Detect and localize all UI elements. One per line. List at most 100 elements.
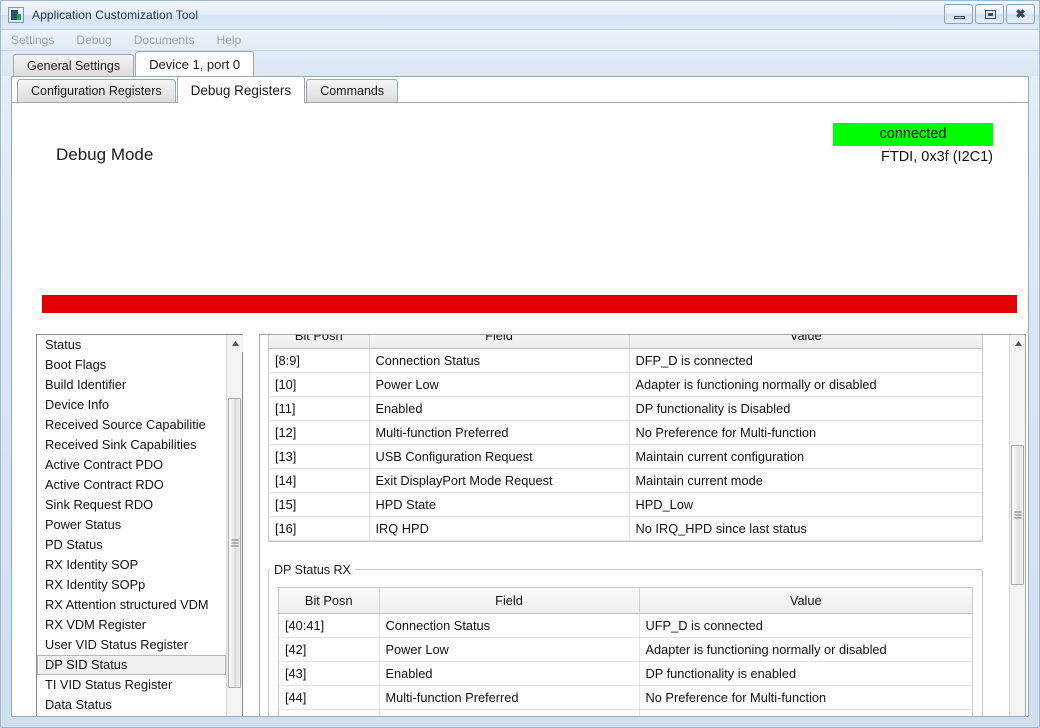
table-row[interactable]: [43] Enabled DP functionality is enabled <box>279 661 972 686</box>
list-item[interactable]: RX Attention structured VDM <box>37 595 226 615</box>
table-row[interactable]: [14] Exit DisplayPort Mode Request Maintai… <box>269 468 982 493</box>
tab-configuration-registers[interactable]: Configuration Registers <box>17 79 176 102</box>
cell-field: Connection Status <box>379 613 640 638</box>
list-item[interactable]: Device Info <box>37 395 226 415</box>
list-item[interactable]: Build Identifier <box>37 375 226 395</box>
cell-bit-posn: [43] <box>279 661 380 686</box>
list-item[interactable]: RX VDM Register <box>37 615 226 635</box>
table-row[interactable]: [45]USB Configuration RequestMaintain cu… <box>279 709 972 716</box>
table-row[interactable]: [42] Power Low Adapter is functioning norm… <box>279 637 972 662</box>
table-row[interactable]: [10] Power Low Adapter is functioning norm… <box>269 372 982 397</box>
column-header-value: Value <box>629 335 982 349</box>
list-item[interactable]: Status <box>37 335 226 355</box>
tab-general-settings[interactable]: General Settings <box>13 54 135 76</box>
cell-value: HPD_Low <box>629 492 982 517</box>
tab-device-1-port-0[interactable]: Device 1, port 0 <box>135 51 255 76</box>
dp-status-tx-table-container: Bit Posn Field Value [8:9] Connection Sta… <box>268 335 983 547</box>
application-window: Application Customization Tool ✖ Setting… <box>0 0 1040 728</box>
cell-value: No IRQ_HPD since last status <box>629 516 982 541</box>
list-item[interactable]: DP SID Status <box>37 655 226 675</box>
dp-status-rx-group: DP Status RX Bit Posn Field Value [40:41… <box>268 557 983 716</box>
list-item[interactable]: RX Identity SOPp <box>37 575 226 595</box>
list-item[interactable]: RX Identity SOP <box>37 555 226 575</box>
close-button[interactable]: ✖ <box>1006 4 1035 24</box>
table-row[interactable]: [16] IRQ HPD No IRQ_HPD since last status <box>269 516 982 541</box>
cell-bit-posn: [40:41] <box>279 613 380 638</box>
page-title: Debug Mode <box>56 145 154 164</box>
table-row[interactable]: [8:9] Connection Status DFP_D is connected <box>269 348 982 373</box>
column-header-bit-posn: Bit Posn <box>279 588 380 614</box>
alert-bar <box>42 295 1017 313</box>
list-item[interactable]: User VID Status Register <box>37 635 226 655</box>
list-item[interactable]: TI VID Status Register <box>37 675 226 695</box>
register-detail-scrollport: Bit Posn Field Value [8:9] Connection Sta… <box>260 335 1008 716</box>
scroll-grip-icon <box>1014 511 1021 519</box>
dp-status-tx-table-frame: Bit Posn Field Value [8:9] Connection Sta… <box>268 335 983 542</box>
cell-bit-posn: [13] <box>269 444 370 469</box>
list-item[interactable]: Sink Request RDO <box>37 495 226 515</box>
list-item[interactable]: RX User VID Attention VDM I <box>37 715 226 716</box>
scroll-up-arrow[interactable] <box>227 335 243 352</box>
list-item[interactable]: Received Sink Capabilities <box>37 435 226 455</box>
cell-value: Maintain current configuration <box>639 709 972 716</box>
cell-bit-posn: [11] <box>269 396 370 421</box>
vscrollbar-thumb[interactable] <box>228 398 241 688</box>
device-panel: Configuration Registers Debug Registers … <box>11 76 1029 717</box>
content-header: Debug Mode connected FTDI, 0x3f (I2C1) <box>12 103 1028 193</box>
cell-value: Adapter is functioning normally or disab… <box>629 372 982 397</box>
menu-item-documents[interactable]: Documents <box>134 33 195 47</box>
connection-info: connected FTDI, 0x3f (I2C1) <box>833 123 993 165</box>
list-item[interactable]: Active Contract RDO <box>37 475 226 495</box>
cell-bit-posn: [44] <box>279 685 380 710</box>
menu-item-help[interactable]: Help <box>216 33 241 47</box>
status-badge: connected <box>833 123 993 146</box>
menu-bar: Settings Debug Documents Help <box>1 30 1039 51</box>
menu-item-settings[interactable]: Settings <box>11 33 54 47</box>
minimize-button[interactable] <box>944 4 973 24</box>
table-row[interactable]: [11] Enabled DP functionality is Disabled <box>269 396 982 421</box>
tab-debug-registers[interactable]: Debug Registers <box>176 77 306 103</box>
list-item[interactable]: Received Source Capabilitie <box>37 415 226 435</box>
table-row[interactable]: [40:41] Connection Status UFP_D is connect… <box>279 613 972 638</box>
column-header-bit-posn: Bit Posn <box>269 335 370 349</box>
register-list-vscrollbar[interactable] <box>226 335 243 716</box>
column-header-field: Field <box>379 588 640 614</box>
table-header-row: Bit Posn Field Value <box>269 335 982 349</box>
restore-icon <box>985 10 996 19</box>
close-icon: ✖ <box>1015 7 1026 21</box>
detail-pane-vscrollbar[interactable] <box>1009 335 1025 716</box>
cell-field: Connection Status <box>369 348 630 373</box>
list-item[interactable]: Boot Flags <box>37 355 226 375</box>
vscrollbar-thumb[interactable] <box>1011 445 1024 585</box>
cell-field: Multi-function Preferred <box>379 685 640 710</box>
cell-field: Multi-function Preferred <box>369 420 630 445</box>
maximize-button[interactable] <box>975 4 1004 24</box>
column-header-field: Field <box>369 335 630 349</box>
menu-item-debug[interactable]: Debug <box>76 33 111 47</box>
table-header-row: Bit Posn Field Value <box>279 588 972 614</box>
tab-commands[interactable]: Commands <box>306 79 399 102</box>
scroll-grip-icon <box>231 539 238 547</box>
column-header-value: Value <box>639 588 972 614</box>
cell-field: Power Low <box>369 372 630 397</box>
table-row[interactable]: [13] USB Configuration Request Maintain cu… <box>269 444 982 469</box>
dp-status-tx-table-body: [8:9] Connection Status DFP_D is connected… <box>269 348 982 541</box>
window-title: Application Customization Tool <box>32 8 199 22</box>
list-item[interactable]: Data Status <box>37 695 226 715</box>
table-row[interactable]: [12] Multi-function Preferred No Preferenc… <box>269 420 982 445</box>
cell-bit-posn: [12] <box>269 420 370 445</box>
cell-value: DFP_D is connected <box>629 348 982 373</box>
scroll-up-arrow[interactable] <box>1010 335 1025 352</box>
register-list[interactable]: Status Boot Flags Build Identifier Device I… <box>36 334 243 716</box>
list-item[interactable]: Active Contract PDO <box>37 455 226 475</box>
list-item[interactable]: Power Status <box>37 515 226 535</box>
cell-field: USB Configuration Request <box>369 444 630 469</box>
cell-value: No Preference for Multi-function <box>639 685 972 710</box>
table-row[interactable]: [15] HPD State HPD_Low <box>269 492 982 517</box>
cell-bit-posn: [42] <box>279 637 380 662</box>
cell-field: HPD State <box>369 492 630 517</box>
dp-status-rx-group-title: DP Status RX <box>270 563 355 577</box>
list-item[interactable]: PD Status <box>37 535 226 555</box>
table-row[interactable]: [44] Multi-function Preferred No Preferenc… <box>279 685 972 710</box>
dp-status-tx-table: Bit Posn Field Value [8:9] Connection Sta… <box>269 335 982 541</box>
